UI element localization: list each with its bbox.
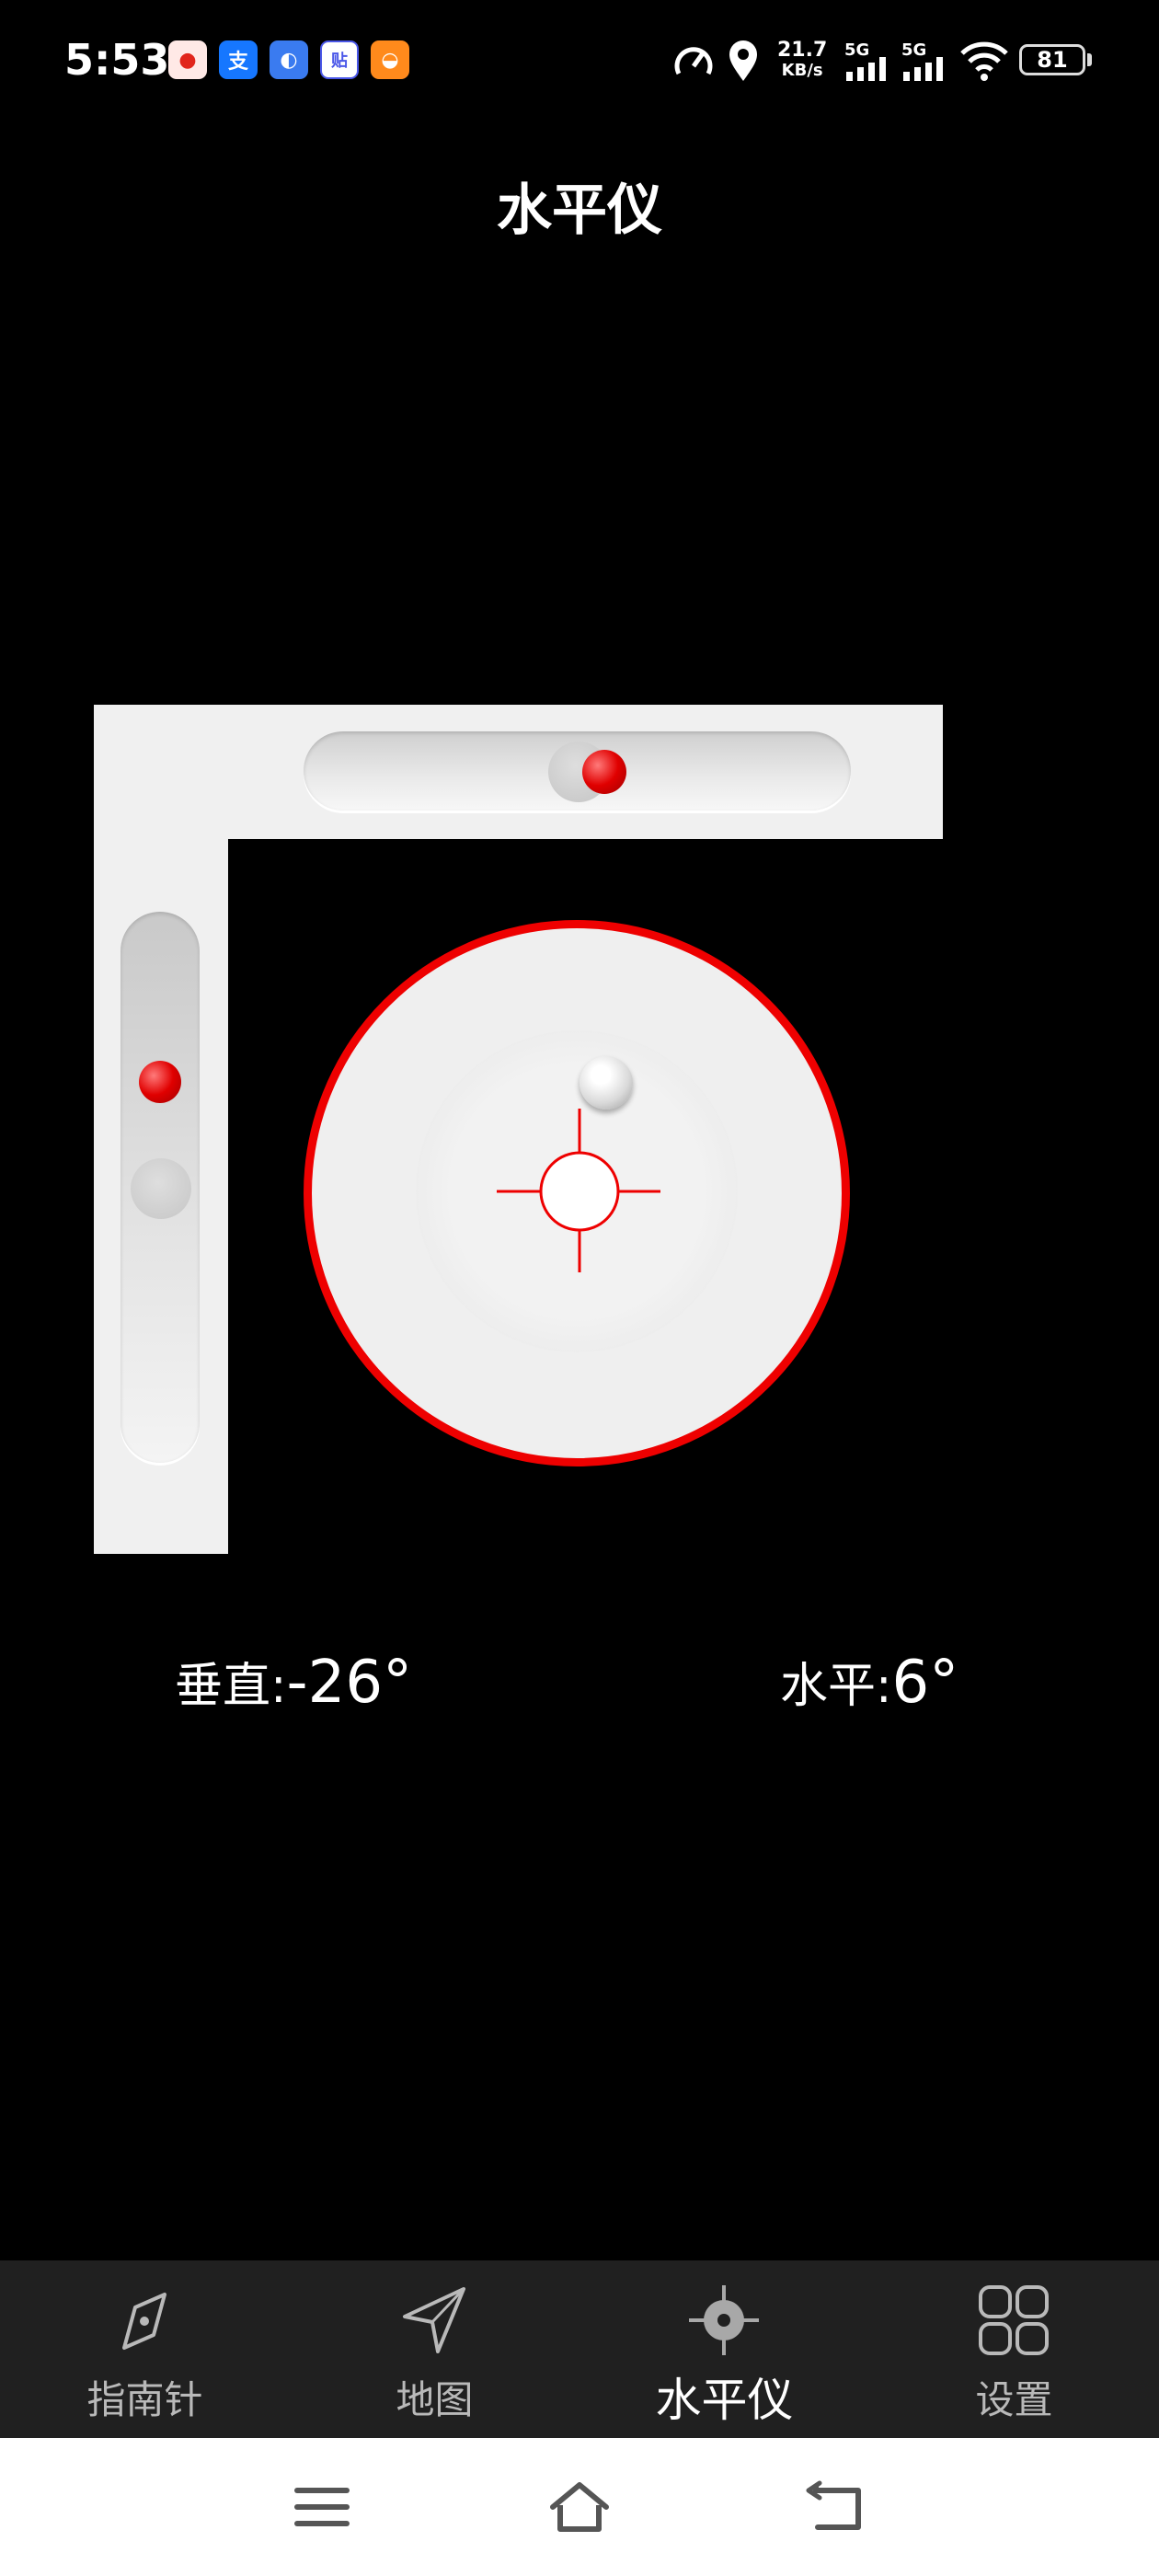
tab-label: 水平仪 [655,2374,794,2427]
vertical-readout: 垂直:-26° [175,1647,412,1717]
vertical-value: -26° [286,1649,413,1717]
signal-icon [846,57,886,81]
vertical-label: 垂直: [175,1659,287,1714]
app-icon: ◐ [270,40,308,79]
home-icon[interactable] [547,2479,612,2535]
vertical-level-bubble [139,1061,181,1103]
tab-label: 设置 [975,2377,1053,2422]
horizontal-readout: 水平:6° [780,1647,958,1717]
alipay-icon: 支 [219,40,258,79]
status-bar: 5:53 ● 支 ◐ 贴 ◒ 21.7 KB/s 5G 5G 81 [0,0,1159,124]
tab-map[interactable]: 地图 [290,2260,580,2438]
crosshair-icon [497,1109,660,1272]
back-icon[interactable] [805,2479,869,2535]
bottom-nav: 指南针 地图 水平仪 设置 [0,2260,1159,2438]
location-icon [729,40,757,81]
tab-compass[interactable]: 指南针 [0,2260,290,2438]
horizontal-label: 水平: [780,1659,892,1714]
menu-icon[interactable] [290,2479,354,2535]
battery-tip [1087,53,1092,66]
level-crosshair-icon [689,2285,759,2355]
battery-level: 81 [1037,47,1068,73]
navigation-arrow-icon [403,2287,465,2353]
horizontal-level-bubble [582,750,626,794]
vertical-level-center-mark [131,1158,191,1219]
grid-settings-icon [979,2285,1049,2355]
tab-level[interactable]: 水平仪 [580,2260,869,2438]
tieba-icon: 贴 [320,40,359,79]
meituan-icon: ● [168,40,207,79]
tab-settings[interactable]: 设置 [869,2260,1159,2438]
network-speed: 21.7 KB/s [777,39,828,81]
tab-label: 地图 [396,2377,474,2422]
page-title: 水平仪 [497,178,662,243]
horizontal-value: 6° [891,1649,959,1717]
signal-icon [903,57,943,81]
bullseye-bubble [580,1056,633,1110]
battery-icon: 81 [1019,44,1085,75]
speedometer-icon [674,47,713,75]
status-time: 5:53 [64,35,170,85]
system-nav-bar [0,2438,1159,2576]
wifi-icon [960,41,1008,81]
app-icon-orange: ◒ [371,40,409,79]
compass-icon [122,2293,166,2350]
tab-label: 指南针 [86,2377,203,2422]
